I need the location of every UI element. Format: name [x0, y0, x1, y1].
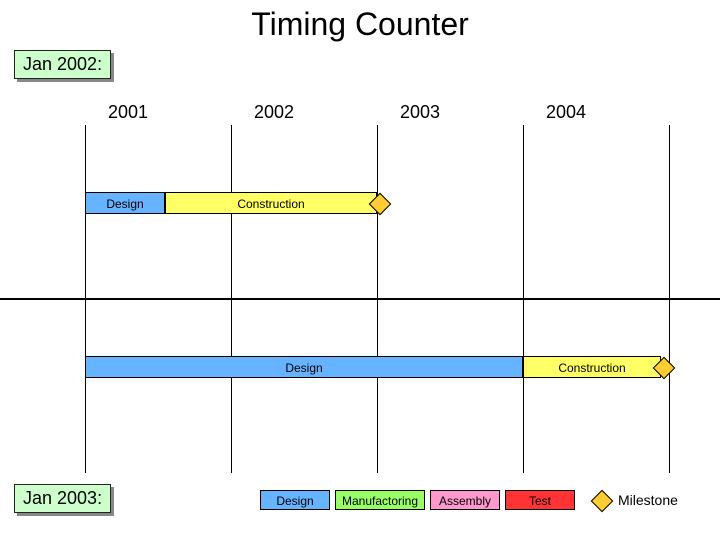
tag-jan-2002: Jan 2002:: [14, 50, 111, 79]
year-2002: 2002: [254, 102, 294, 123]
legend-assembly: Assembly: [430, 490, 500, 510]
page-title: Timing Counter: [0, 6, 720, 43]
row1-design-bar: Design: [85, 192, 165, 214]
row2-construction-bar: Construction: [523, 356, 661, 378]
year-2003: 2003: [400, 102, 440, 123]
slide: Timing Counter Jan 2002: 2001 2002 2003 …: [0, 0, 720, 540]
legend-milestone-icon: [591, 490, 614, 513]
legend-milestone-label: Milestone: [618, 492, 678, 508]
row2-design-bar: Design: [85, 356, 523, 378]
year-2004: 2004: [546, 102, 586, 123]
legend-design: Design: [260, 490, 330, 510]
baseline-mid: [0, 298, 720, 300]
legend-test: Test: [505, 490, 575, 510]
row1-construction-bar: Construction: [165, 192, 377, 214]
tag-jan-2003: Jan 2003:: [14, 484, 111, 513]
year-2001: 2001: [108, 102, 148, 123]
legend-manufactoring: Manufactoring: [335, 490, 425, 510]
